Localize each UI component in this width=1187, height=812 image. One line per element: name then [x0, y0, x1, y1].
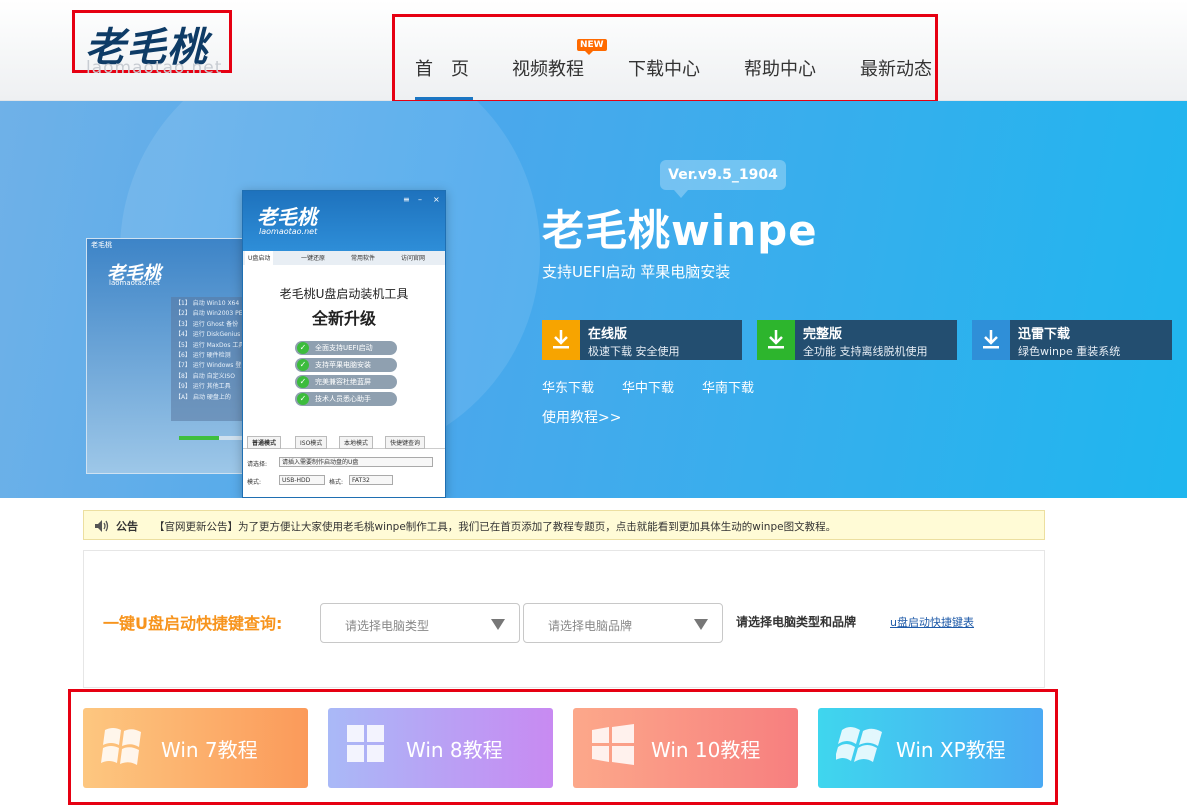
hotkey-query-panel: 一键U盘启动快捷键查询: 请选择电脑类型 请选择电脑品牌 请选择电脑类型和品牌 …	[83, 550, 1045, 688]
win10-tutorial-card[interactable]: Win 10教程	[573, 708, 798, 788]
app-mode-label: 模式:	[247, 479, 262, 486]
windows7-icon	[101, 724, 145, 774]
chevron-down-icon	[491, 619, 505, 630]
boot-progress-bar	[179, 436, 249, 440]
announcement-bar: 公告 【官网更新公告】为了更方便让大家使用老毛桃winpe制作工具，我们已在首页…	[83, 510, 1045, 540]
os-tutorial-cards: Win 7教程 Win 8教程 Win 10教程 Win XP教程	[68, 689, 1058, 805]
boot-menu-url: laomaotao.net	[109, 279, 160, 287]
win7-tutorial-label: Win 7教程	[161, 738, 258, 762]
announcement-text[interactable]: 【官网更新公告】为了更方便让大家使用老毛桃winpe制作工具，我们已在首页添加了…	[154, 519, 836, 534]
new-badge: NEW	[577, 39, 607, 55]
hotkey-table-link[interactable]: u盘启动快捷键表	[890, 614, 974, 630]
mirror-south-link[interactable]: 华南下载	[702, 377, 754, 396]
check-icon: ✓	[297, 393, 309, 405]
nav-latest-news[interactable]: 最新动态	[860, 55, 932, 81]
app-tab-software: 常用软件	[351, 255, 376, 262]
check-icon: ✓	[297, 359, 309, 371]
download-online-name: 在线版	[588, 327, 628, 342]
logo-url: laomaotao.net	[86, 58, 223, 78]
computer-type-placeholder: 请选择电脑类型	[345, 619, 430, 633]
check-icon: ✓	[297, 342, 309, 354]
app-device-select: 请插入需要制作启动盘的U盘	[279, 457, 433, 467]
app-format-label: 格式:	[329, 479, 344, 486]
download-icon	[542, 320, 580, 360]
computer-brand-placeholder: 请选择电脑品牌	[548, 619, 633, 633]
win8-tutorial-label: Win 8教程	[406, 738, 503, 762]
app-feature: ✓ 支持苹果电脑安装	[295, 358, 397, 372]
chevron-down-icon	[694, 619, 708, 630]
nav-active-indicator	[415, 97, 473, 100]
app-mode-normal: 普通模式	[247, 436, 282, 449]
boot-menu-title: 老毛桃	[91, 241, 112, 249]
app-mode-hotkey: 快捷键查询	[385, 436, 426, 449]
hotkey-query-label: 一键U盘启动快捷键查询:	[103, 614, 283, 633]
app-feature: ✓ 全面支持UEFI启动	[295, 341, 397, 355]
app-mode-tabs: 普通模式 ISO模式 本地模式 快捷键查询	[243, 435, 445, 449]
download-thunder-button[interactable]: 迅雷下载 绿色winpe 重装系统	[972, 320, 1172, 360]
computer-type-select[interactable]: 请选择电脑类型	[320, 603, 520, 643]
nav-video-tutorials[interactable]: 视频教程	[512, 55, 584, 81]
app-window-screenshot: 老毛桃 laomaotao.net ≡ – × U盘启动 一键还原 常用软件 访…	[242, 190, 446, 498]
app-mode-select: USB-HDD	[279, 475, 325, 485]
download-icon	[757, 320, 795, 360]
product-subtitle: 支持UEFI启动 苹果电脑安装	[542, 263, 731, 281]
app-feature: ✓ 完美兼容杜绝蓝屏	[295, 375, 397, 389]
win7-tutorial-card[interactable]: Win 7教程	[83, 708, 308, 788]
win10-tutorial-label: Win 10教程	[651, 738, 761, 762]
usage-tutorial-link[interactable]: 使用教程>>	[542, 407, 621, 427]
speaker-icon	[94, 518, 110, 537]
main-nav: 首 页 视频教程 NEW 下载中心 帮助中心 最新动态	[392, 14, 938, 103]
app-tabs: U盘启动 一键还原 常用软件 访问官网	[243, 251, 445, 265]
download-icon	[972, 320, 1010, 360]
download-online-desc: 极速下载 安全使用	[588, 345, 680, 358]
app-title: 老毛桃U盘启动装机工具	[279, 287, 409, 301]
site-header: 老毛桃 laomaotao.net 首 页 视频教程 NEW 下载中心 帮助中心…	[0, 0, 1187, 103]
version-badge: Ver.v9.5_1904	[660, 160, 786, 198]
product-title: 老毛桃winpe	[542, 206, 818, 255]
hero-banner: 老毛桃 老毛桃 laomaotao.net 【1】 启动 Win10 X64 【…	[0, 101, 1187, 498]
windows10-icon	[591, 724, 635, 770]
computer-brand-select[interactable]: 请选择电脑品牌	[523, 603, 723, 643]
app-feature: ✓ 技术人员悉心助手	[295, 392, 397, 406]
announcement-label: 公告	[116, 520, 138, 533]
app-window-header: 老毛桃 laomaotao.net ≡ – ×	[243, 191, 445, 251]
win8-tutorial-card[interactable]: Win 8教程	[328, 708, 553, 788]
app-logo: 老毛桃	[257, 205, 317, 229]
windows8-icon	[346, 724, 386, 768]
app-format-select: FAT32	[349, 475, 393, 485]
app-tab-restore: 一键还原	[301, 255, 326, 262]
mirror-east-link[interactable]: 华东下载	[542, 377, 594, 396]
download-thunder-desc: 绿色winpe 重装系统	[1018, 345, 1121, 358]
app-mode-iso: ISO模式	[295, 436, 328, 449]
nav-download-center[interactable]: 下载中心	[628, 55, 700, 81]
app-minimize-icon: –	[418, 195, 422, 204]
app-menu-icon: ≡	[403, 195, 410, 204]
app-mode-local: 本地模式	[339, 436, 374, 449]
download-full-desc: 全功能 支持离线脱机使用	[803, 345, 928, 358]
winxp-tutorial-card[interactable]: Win XP教程	[818, 708, 1043, 788]
download-full-button[interactable]: 完整版 全功能 支持离线脱机使用	[757, 320, 957, 360]
windowsxp-icon	[834, 724, 884, 772]
app-tab-website: 访问官网	[401, 255, 426, 262]
download-online-button[interactable]: 在线版 极速下载 安全使用	[542, 320, 742, 360]
app-subtitle: 全新升级	[311, 309, 376, 328]
app-close-icon: ×	[433, 195, 440, 204]
app-url: laomaotao.net	[259, 227, 318, 236]
hotkey-query-hint: 请选择电脑类型和品牌	[736, 615, 857, 629]
check-icon: ✓	[297, 376, 309, 388]
download-thunder-name: 迅雷下载	[1018, 327, 1071, 342]
winxp-tutorial-label: Win XP教程	[896, 738, 1006, 762]
nav-help-center[interactable]: 帮助中心	[744, 55, 816, 81]
app-select-label: 请选择:	[247, 461, 268, 468]
nav-home[interactable]: 首 页	[415, 55, 469, 81]
app-tab-usb-boot: U盘启动	[245, 251, 274, 265]
download-full-name: 完整版	[803, 327, 843, 342]
boot-menu-screenshot: 老毛桃 老毛桃 laomaotao.net 【1】 启动 Win10 X64 【…	[86, 238, 265, 474]
mirror-central-link[interactable]: 华中下载	[622, 377, 674, 396]
